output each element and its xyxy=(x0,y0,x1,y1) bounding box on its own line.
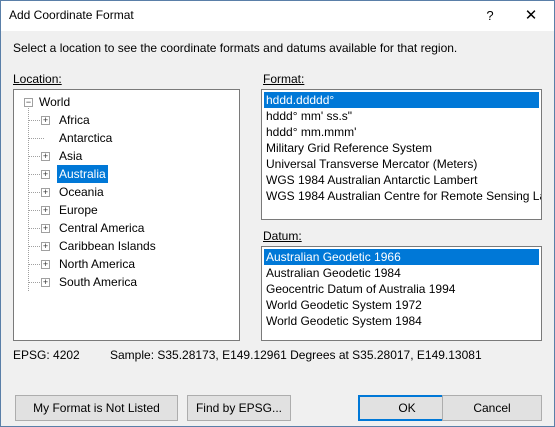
close-button[interactable]: ✕ xyxy=(508,1,554,31)
datum-list-item[interactable]: World Geodetic System 1972 xyxy=(264,297,539,313)
dialog-title: Add Coordinate Format xyxy=(9,8,134,22)
tree-item-label: Antarctica xyxy=(59,131,113,145)
expand-icon[interactable]: + xyxy=(41,170,50,179)
cancel-button[interactable]: Cancel xyxy=(442,395,542,421)
datum-label: Datum: xyxy=(263,229,302,243)
location-tree[interactable]: − World + Africa Antarctica + Asia + Australia + O… xyxy=(13,89,240,341)
tree-item-label: North America xyxy=(59,257,136,271)
tree-item-label: Europe xyxy=(59,203,98,217)
title-bar: Add Coordinate Format ? ✕ xyxy=(1,1,554,31)
help-button[interactable]: ? xyxy=(467,1,513,31)
format-list[interactable]: hddd.ddddd° hddd° mm' ss.s" hddd° mm.mmm' M… xyxy=(261,89,542,220)
format-not-listed-button[interactable]: My Format is Not Listed xyxy=(15,395,178,421)
epsg-code: EPSG: 4202 xyxy=(13,348,80,362)
expand-icon[interactable]: + xyxy=(41,206,50,215)
location-label: Location: xyxy=(13,72,62,86)
tree-item-label: South America xyxy=(59,275,138,289)
format-label: Format: xyxy=(263,72,305,86)
instructions-text: Select a location to see the coordinate … xyxy=(13,41,458,55)
format-list-item[interactable]: hddd.ddddd° xyxy=(264,92,539,108)
datum-list-item[interactable]: Australian Geodetic 1966 xyxy=(264,249,539,265)
datum-list-item[interactable]: World Geodetic System 1984 xyxy=(264,313,539,329)
find-by-epsg-button[interactable]: Find by EPSG... xyxy=(187,395,291,421)
format-list-item[interactable]: WGS 1984 Australian Antarctic Lambert xyxy=(264,172,539,188)
tree-item-label: Australia xyxy=(57,165,108,183)
collapse-icon[interactable]: − xyxy=(24,98,33,107)
tree-item-label: Africa xyxy=(59,113,90,127)
expand-icon[interactable]: + xyxy=(41,278,50,287)
tree-item-label: Central America xyxy=(59,221,145,235)
format-list-item[interactable]: hddd° mm.mmm' xyxy=(264,124,539,140)
format-list-item[interactable]: hddd° mm' ss.s" xyxy=(264,108,539,124)
expand-icon[interactable]: + xyxy=(41,224,50,233)
expand-icon[interactable]: + xyxy=(41,116,50,125)
format-list-item[interactable]: WGS 1984 Australian Centre for Remote Se… xyxy=(264,188,541,204)
tree-item-label: Oceania xyxy=(59,185,104,199)
add-coordinate-format-dialog: Add Coordinate Format ? ✕ Select a locat… xyxy=(0,0,555,427)
format-list-item[interactable]: Military Grid Reference System xyxy=(264,140,539,156)
expand-icon[interactable]: + xyxy=(41,242,50,251)
datum-list-item[interactable]: Australian Geodetic 1984 xyxy=(264,265,539,281)
tree-item-label: Asia xyxy=(59,149,83,163)
expand-icon[interactable]: + xyxy=(41,152,50,161)
expand-icon[interactable]: + xyxy=(41,260,50,269)
datum-list-item[interactable]: Geocentric Datum of Australia 1994 xyxy=(264,281,539,297)
tree-item-label: Caribbean Islands xyxy=(59,239,156,253)
expand-icon[interactable]: + xyxy=(41,188,50,197)
datum-list[interactable]: Australian Geodetic 1966 Australian Geode… xyxy=(261,246,542,341)
tree-item-label: World xyxy=(39,95,71,109)
sample-text: Sample: S35.28173, E149.12961 Degrees at… xyxy=(110,348,482,362)
format-list-item[interactable]: Universal Transverse Mercator (Meters) xyxy=(264,156,539,172)
